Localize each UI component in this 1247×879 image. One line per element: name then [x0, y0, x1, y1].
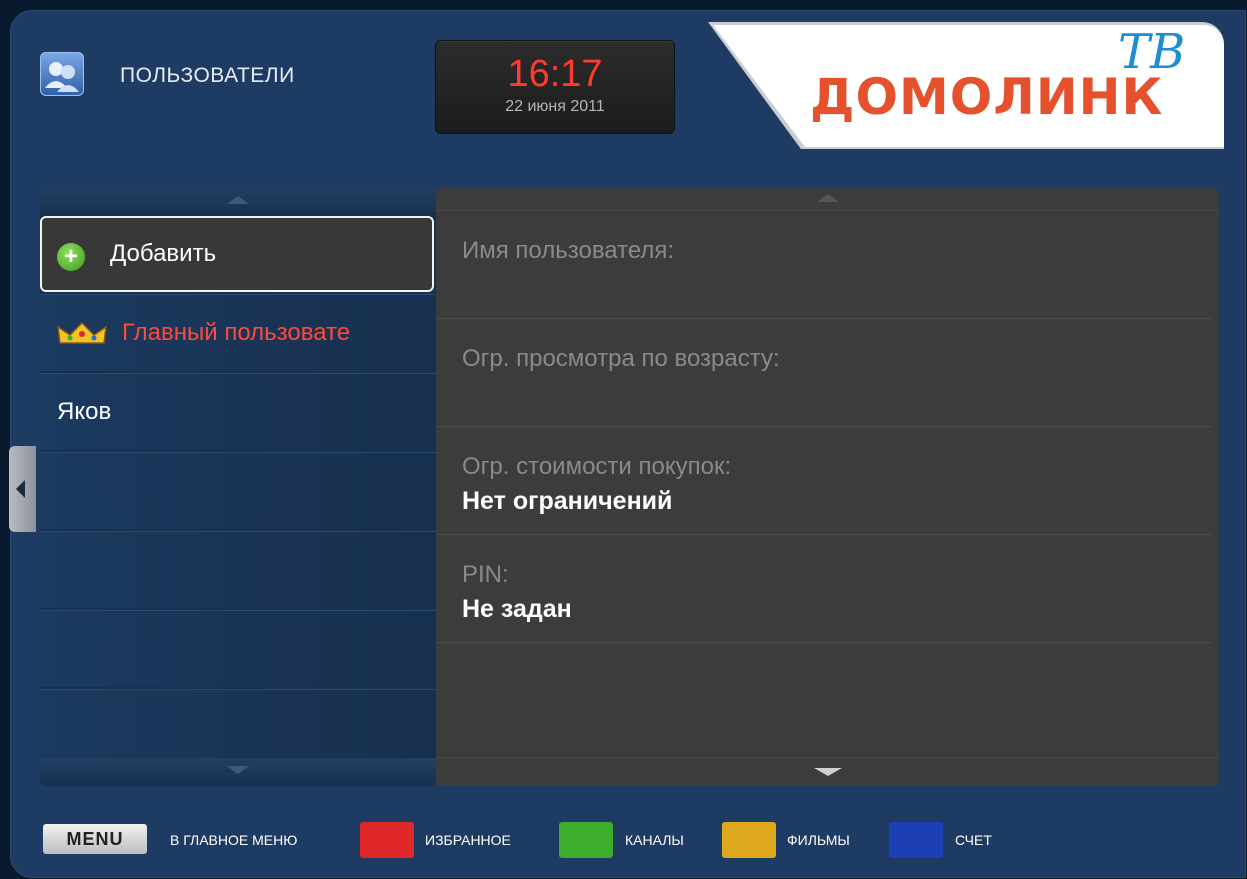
account-label: СЧЕТ — [955, 832, 992, 848]
purchase-limit-label: Огр. стоимости покупок: — [462, 453, 732, 480]
pin-label: PIN: — [462, 561, 509, 588]
list-item-label: Добавить — [110, 240, 217, 267]
clock-time: 16:17 — [507, 53, 603, 95]
age-limit-label: Огр. просмотра по возрасту: — [462, 345, 780, 372]
green-button[interactable] — [559, 822, 613, 858]
chevron-left-icon — [16, 480, 25, 498]
username-label: Имя пользователя: — [462, 237, 675, 264]
side-collapse-tab[interactable] — [9, 446, 36, 532]
scroll-down[interactable] — [40, 758, 436, 786]
details-scroll-down[interactable] — [436, 757, 1219, 786]
logo-text: ДОМОЛИНК — [810, 68, 1164, 126]
list-item-empty — [40, 452, 436, 529]
list-item-user[interactable]: Яков — [40, 373, 436, 450]
arrow-up-icon — [816, 194, 839, 202]
pin-value: Не задан — [462, 595, 572, 623]
main-menu-label: В ГЛАВНОЕ МЕНЮ — [170, 832, 298, 848]
list-item-add-user[interactable]: + Добавить — [40, 216, 434, 292]
page-title: ПОЛЬЗОВАТЕЛИ — [120, 64, 295, 87]
field-purchase-limit[interactable]: Огр. стоимости покупок: Нет ограничений — [436, 427, 1212, 535]
field-age-limit[interactable]: Огр. просмотра по возрасту: — [436, 319, 1212, 427]
movies-label: ФИЛЬМЫ — [787, 832, 850, 848]
blue-button[interactable] — [889, 822, 943, 858]
logo-tv: ТВ — [1118, 24, 1186, 80]
menu-button[interactable]: MENU — [43, 824, 147, 854]
red-button[interactable] — [360, 822, 414, 858]
crown-icon — [57, 321, 107, 344]
list-item-empty — [40, 610, 436, 687]
favorites-label: ИЗБРАННОЕ — [425, 832, 511, 848]
field-username[interactable]: Имя пользователя: — [436, 211, 1212, 319]
arrow-down-icon — [813, 768, 842, 776]
list-item-label: Главный пользовате — [122, 319, 351, 346]
field-pin[interactable]: PIN: Не задан — [436, 535, 1212, 643]
scroll-up[interactable] — [40, 188, 436, 216]
channels-label: КАНАЛЫ — [625, 832, 684, 848]
footer-bar: MENU В ГЛАВНОЕ МЕНЮ ИЗБРАННОЕ КАНАЛЫ ФИЛ… — [0, 820, 1247, 860]
list-item-label: Яков — [57, 398, 112, 425]
list-item-empty — [40, 531, 436, 608]
purchase-limit-value: Нет ограничений — [462, 487, 673, 515]
plus-icon: + — [57, 243, 85, 271]
yellow-button[interactable] — [722, 822, 776, 858]
list-item-empty — [40, 689, 436, 766]
user-list: + Добавить Главный пользовате Яков — [40, 188, 436, 786]
arrow-down-icon — [227, 766, 249, 774]
user-details-panel: Имя пользователя: Огр. просмотра по возр… — [436, 188, 1219, 786]
details-scroll-up[interactable] — [436, 188, 1219, 211]
users-icon — [40, 52, 84, 96]
clock: 16:17 22 июня 2011 — [435, 40, 675, 134]
arrow-up-icon — [227, 196, 249, 204]
clock-date: 22 июня 2011 — [505, 98, 605, 115]
list-item-master-user[interactable]: Главный пользовате — [40, 294, 436, 371]
